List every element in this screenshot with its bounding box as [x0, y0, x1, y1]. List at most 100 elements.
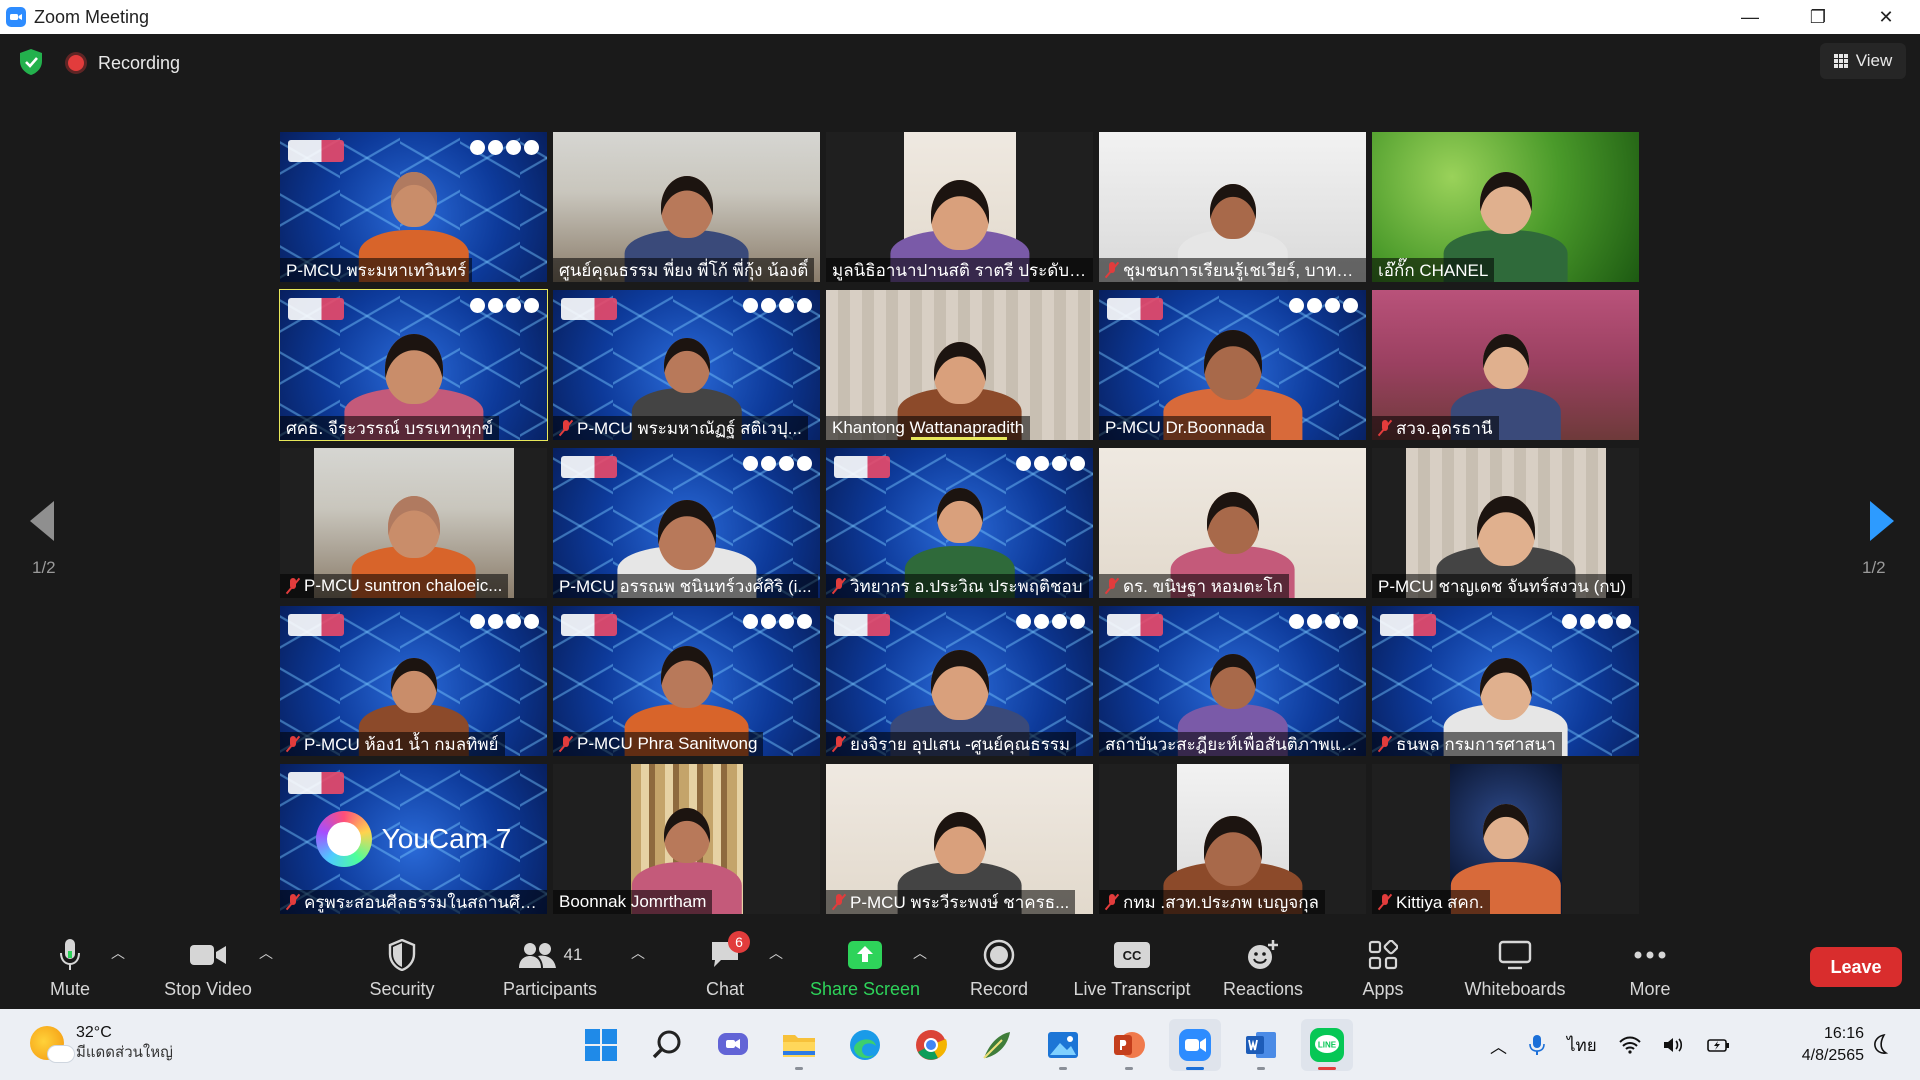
search-icon[interactable] [641, 1019, 693, 1071]
participants-options-caret[interactable]: ︿ [628, 927, 648, 1009]
participants-count: 41 [563, 945, 583, 964]
participant-video-tile[interactable]: Khantong Wattanapradith [826, 290, 1093, 440]
security-button[interactable]: Security [360, 927, 444, 1009]
participant-name: P-MCU พระมหาณัฏฐ์ สติเวปุ... [577, 418, 802, 438]
wifi-icon[interactable] [1619, 1036, 1641, 1054]
recording-label[interactable]: Recording [98, 53, 180, 74]
page-indicator-right: 1/2 [1862, 558, 1886, 577]
weather-widget[interactable]: 32°C มีแดดส่วนใหญ่ [30, 1023, 173, 1063]
input-language-indicator[interactable]: ไทย [1567, 1032, 1597, 1059]
zoom-taskbar-icon[interactable] [1169, 1019, 1221, 1071]
share-options-caret[interactable]: ︿ [910, 927, 930, 1009]
previous-page-arrow-icon[interactable] [24, 496, 64, 546]
chat-options-caret[interactable]: ︿ [766, 927, 786, 1009]
muted-microphone-icon [1378, 735, 1392, 753]
muted-microphone-icon [1105, 893, 1119, 911]
teams-chat-icon[interactable] [707, 1019, 759, 1071]
edge-browser-icon[interactable] [839, 1019, 891, 1071]
battery-charging-icon[interactable] [1706, 1036, 1731, 1054]
mute-button[interactable]: Mute [44, 927, 96, 1009]
participant-name: Boonnak Jomrtham [559, 892, 707, 911]
participant-name: ศูนย์คุณธรรม พี่ยง พี่โก้ พี่กุ้ง น้องติ… [559, 260, 809, 280]
speaker-volume-icon[interactable] [1663, 1036, 1685, 1054]
participant-video-tile[interactable]: Boonnak Jomrtham [553, 764, 820, 914]
participant-name: P-MCU พระมหาเทวินทร์ [286, 260, 467, 280]
participant-video-tile[interactable]: P-MCU ชาญเดช จันทร์สงวน (กบ) [1372, 448, 1639, 598]
participant-video-tile[interactable]: ยงจิราย อุปเสน -ศูนย์คุณธรรม [826, 606, 1093, 756]
focus-assist-moon-icon[interactable] [1870, 1033, 1892, 1055]
share-screen-button[interactable]: Share Screen [808, 927, 922, 1009]
live-transcript-button[interactable]: CC Live Transcript [1070, 927, 1194, 1009]
restore-button[interactable]: ❐ [1784, 0, 1852, 34]
apps-icon [1368, 935, 1398, 975]
video-grid: P-MCU พระมหาเทวินทร์ ศูนย์คุณธรรม พี่ยง พ… [279, 132, 1640, 914]
security-shield-icon [388, 935, 416, 975]
participant-video-tile[interactable]: สถาบันวะสะฎียะห์เพื่อสันติภาพแล... [1099, 606, 1366, 756]
participant-video-tile[interactable]: ชุมชนการเรียนรู้เชเวียร์, บาทห... [1099, 132, 1366, 282]
chat-button[interactable]: 6 Chat [700, 927, 750, 1009]
participant-video-tile[interactable]: ศูนย์คุณธรรม พี่ยง พี่โก้ พี่กุ้ง น้องติ… [553, 132, 820, 282]
audio-options-caret[interactable]: ︿ [108, 927, 128, 1009]
virtual-background-logo [288, 614, 344, 636]
participant-video-tile[interactable]: วิทยากร อ.ประวิณ ประพฤติชอบ [826, 448, 1093, 598]
video-options-caret[interactable]: ︿ [256, 927, 276, 1009]
participant-video-tile[interactable]: P-MCU Phra Sanitwong [553, 606, 820, 756]
chrome-browser-icon[interactable] [905, 1019, 957, 1071]
participant-video-tile[interactable]: YouCam 7 ครูพระสอนศีลธรรมในสถานศึก... [280, 764, 547, 914]
zoom-app-icon [6, 7, 26, 27]
show-hidden-icons-chevron-icon[interactable]: ︿ [1490, 1033, 1507, 1058]
reactions-button[interactable]: Reactions [1222, 927, 1304, 1009]
word-icon[interactable] [1235, 1019, 1287, 1071]
microphone-in-use-icon[interactable] [1529, 1034, 1545, 1056]
participant-video-tile[interactable]: ศคธ. จีระวรรณ์ บรรเทาทุกข์ [279, 289, 548, 441]
minimize-button[interactable]: — [1716, 0, 1784, 34]
participant-video-tile[interactable]: Kittiya สคก. [1372, 764, 1639, 914]
participant-name-tag: P-MCU ห้อง1 น้ำ กมลทิพย์ [280, 732, 505, 756]
participant-video-tile[interactable]: P-MCU พระมหาเทวินทร์ [280, 132, 547, 282]
participant-video-tile[interactable]: เอ๊กั๊ก CHANEL [1372, 132, 1639, 282]
microphone-icon [59, 935, 81, 975]
view-button[interactable]: View [1820, 43, 1906, 79]
muted-microphone-icon [286, 577, 300, 595]
participant-name-tag: P-MCU suntron chaloeic... [280, 574, 509, 598]
more-button[interactable]: More [1628, 927, 1672, 1009]
stop-video-button[interactable]: Stop Video [158, 927, 258, 1009]
windows-start-icon[interactable] [575, 1019, 627, 1071]
participant-name: Khantong Wattanapradith [832, 418, 1025, 437]
participant-name-tag: วิทยากร อ.ประวิณ ประพฤติชอบ [826, 574, 1089, 598]
leave-button[interactable]: Leave [1810, 947, 1902, 987]
participant-video-tile[interactable]: สวจ.อุดรธานี [1372, 290, 1639, 440]
close-button[interactable]: ✕ [1852, 0, 1920, 34]
virtual-background-logo [1380, 614, 1436, 636]
participant-video-tile[interactable]: P-MCU พระวีระพงษ์ ชาครธ... [826, 764, 1093, 914]
whiteboards-button[interactable]: Whiteboards [1460, 927, 1570, 1009]
feather-app-icon[interactable] [971, 1019, 1023, 1071]
participant-name-tag: P-MCU พระมหาณัฏฐ์ สติเวปุ... [553, 416, 808, 440]
participant-name: ชุมชนการเรียนรู้เชเวียร์, บาทห... [1123, 260, 1360, 280]
participant-video-tile[interactable]: ธนพล กรมการศาสนา [1372, 606, 1639, 756]
muted-microphone-icon [559, 735, 573, 753]
next-page-arrow-icon[interactable] [1860, 496, 1900, 546]
file-explorer-icon[interactable] [773, 1019, 825, 1071]
participant-video-tile[interactable]: ดร. ขนิษฐา หอมตะโก [1099, 448, 1366, 598]
participant-name-tag: เอ๊กั๊ก CHANEL [1372, 258, 1495, 282]
line-app-icon[interactable]: LINE [1301, 1019, 1353, 1071]
photos-app-icon[interactable] [1037, 1019, 1089, 1071]
participant-video-tile[interactable]: P-MCU ห้อง1 น้ำ กมลทิพย์ [280, 606, 547, 756]
participant-video-tile[interactable]: P-MCU Dr.Boonnada [1099, 290, 1366, 440]
participant-video-tile[interactable]: P-MCU อรรณพ ชนินทร์วงศ์ศิริ (i... [553, 448, 820, 598]
apps-button[interactable]: Apps [1358, 927, 1408, 1009]
encryption-shield-icon[interactable] [18, 48, 44, 76]
participant-video-tile[interactable]: P-MCU suntron chaloeic... [280, 448, 547, 598]
muted-microphone-icon [1105, 577, 1119, 595]
participant-name-tag: กทม .สวท.ประภพ เบญจกุล [1099, 890, 1325, 914]
participant-video-tile[interactable]: มูลนิธิอานาปานสติ ราตรี ประดับด... [826, 132, 1093, 282]
svg-text:LINE: LINE [1318, 1041, 1337, 1050]
participant-video-tile[interactable]: P-MCU พระมหาณัฏฐ์ สติเวปุ... [553, 290, 820, 440]
taskbar-clock[interactable]: 16:16 4/8/2565 [1774, 1023, 1864, 1067]
powerpoint-icon[interactable] [1103, 1019, 1155, 1071]
participant-video-tile[interactable]: กทม .สวท.ประภพ เบญจกุล [1099, 764, 1366, 914]
record-button[interactable]: Record [966, 927, 1032, 1009]
meeting-topbar: Recording View [0, 34, 1920, 92]
participants-button[interactable]: 41 Participants [490, 927, 610, 1009]
